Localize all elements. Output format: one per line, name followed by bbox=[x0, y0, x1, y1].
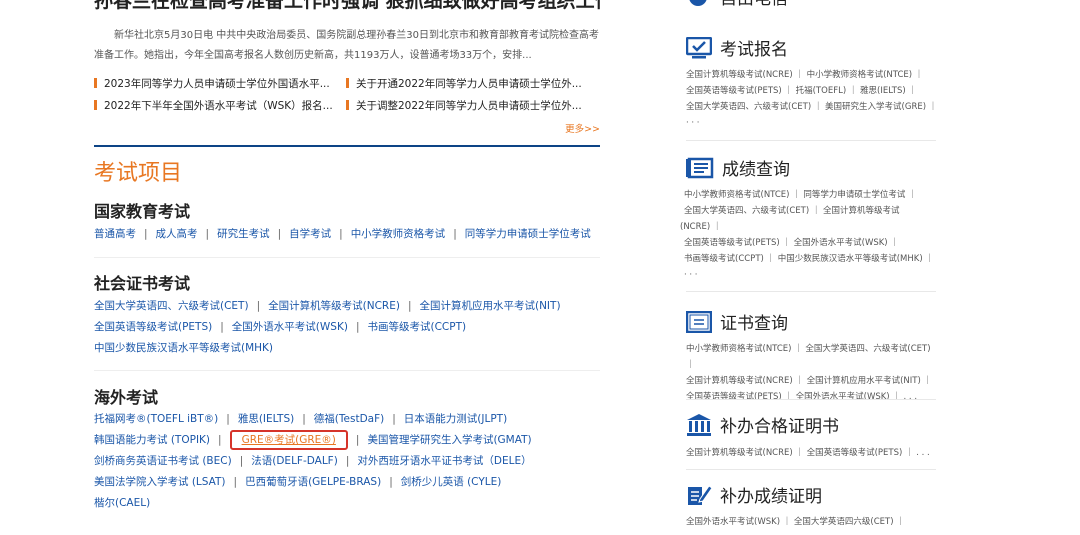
national-exam-links: 普通高考 | 成人高考 | 研究生考试 | 自学考试 | 中小学教师资格考试 | 同等学力申请硕士学… bbox=[94, 228, 591, 240]
divider bbox=[94, 257, 600, 258]
sidebar-reissue-score-title[interactable]: 补办成绩证明 bbox=[686, 482, 822, 507]
exam-link[interactable]: 书画等级考试(CCPT) bbox=[367, 321, 466, 333]
news-list: 2023年同等学力人员申请硕士学位外国语水平... 关于开通2022年同等学力人… bbox=[94, 72, 600, 116]
exam-link[interactable]: 楷尔(CAEL) bbox=[94, 497, 150, 509]
exam-link[interactable]: 美国法学院入学考试 (LSAT) bbox=[94, 476, 226, 488]
overseas-exams-title: 海外考试 bbox=[94, 388, 159, 407]
news-item[interactable]: 2023年同等学力人员申请硕士学位外国语水平... bbox=[94, 76, 346, 91]
news-headline[interactable]: 孙春兰在检查高考准备工作时强调 狠抓细致做好高考组织工作 bbox=[94, 0, 600, 13]
exam-link[interactable]: 全国计算机等级考试(NCRE) bbox=[268, 300, 400, 312]
news-summary: 新华社北京5月30日电 中共中央政治局委员、国务院副总理孙春兰30日到北京市和教… bbox=[94, 30, 599, 61]
edit-document-icon bbox=[688, 484, 712, 505]
exam-link[interactable]: 普通高考 bbox=[94, 228, 136, 240]
exam-link[interactable]: 剑桥少儿英语 (CYLE) bbox=[401, 476, 502, 488]
gre-exam-link[interactable]: GRE®考试(GRE®) bbox=[229, 430, 348, 450]
phone-icon bbox=[689, 0, 707, 6]
exam-link[interactable]: 对外西班牙语水平证书考试（DELE） bbox=[357, 455, 531, 467]
document-list-icon bbox=[686, 157, 714, 178]
news-item[interactable]: 关于调整2022年同等学力人员申请硕士学位外... bbox=[346, 98, 598, 113]
exam-section-title: 考试项目 bbox=[94, 161, 183, 186]
exam-link[interactable]: 巴西葡萄牙语(GELPE-BRAS) bbox=[245, 476, 381, 488]
divider bbox=[686, 469, 936, 470]
exam-link[interactable]: 成人高考 bbox=[156, 228, 198, 240]
overseas-exam-links: 托福网考®(TOEFL iBT®) | 雅思(IELTS) | 德福(TestDaF) |… bbox=[94, 413, 532, 509]
registration-links: 全国计算机等级考试(NCRE) ｜ 中小学教师资格考试(NTCE) ｜ 全国英语… bbox=[686, 70, 938, 128]
sidebar-registration-title[interactable]: 考试报名 bbox=[686, 35, 788, 60]
divider bbox=[686, 291, 936, 292]
divider bbox=[94, 370, 600, 371]
exam-link[interactable]: 同等学力申请硕士学位考试 bbox=[465, 228, 591, 240]
exam-link[interactable]: 全国英语等级考试(PETS) bbox=[94, 321, 212, 333]
sidebar-scores-title[interactable]: 成绩查询 bbox=[686, 155, 790, 180]
exam-link[interactable]: 研究生考试 bbox=[217, 228, 270, 240]
social-exam-links: 全国大学英语四、六级考试(CET) | 全国计算机等级考试(NCRE) | 全国计算机应… bbox=[94, 300, 561, 354]
certificate-icon bbox=[686, 310, 712, 333]
divider bbox=[686, 140, 936, 141]
exam-link[interactable]: 全国计算机应用水平考试(NIT) bbox=[419, 300, 560, 312]
exam-link[interactable]: 中小学教师资格考试 bbox=[351, 228, 446, 240]
more-link[interactable]: 更多>> bbox=[540, 121, 600, 135]
sidebar-reissue-cert-title[interactable]: 补办合格证明书 bbox=[686, 412, 839, 437]
exam-link[interactable]: 剑桥商务英语证书考试 (BEC) bbox=[94, 455, 232, 467]
social-exams-title: 社会证书考试 bbox=[94, 274, 191, 293]
scores-links: 中小学教师资格考试(NTCE) ｜ 同等学力申请硕士学位考试 ｜ 全国大学英语四… bbox=[680, 190, 934, 280]
sidebar-top-partial[interactable]: 自由电信 bbox=[686, 0, 788, 9]
news-item[interactable]: 2022年下半年全国外语水平考试（WSK）报名... bbox=[94, 98, 346, 113]
exam-link[interactable]: 全国大学英语四、六级考试(CET) bbox=[94, 300, 249, 312]
exam-link[interactable]: 韩国语能力考试 (TOPIK) bbox=[94, 434, 210, 446]
exam-link[interactable]: 托福网考®(TOEFL iBT®) bbox=[94, 413, 218, 425]
exam-link[interactable]: 法语(DELF-DALF) bbox=[251, 455, 338, 467]
sidebar-certificate-title[interactable]: 证书查询 bbox=[686, 309, 788, 334]
certificate-links: 中小学教师资格考试(NTCE) ｜ 全国大学英语四、六级考试(CET) ｜ 全国… bbox=[686, 344, 933, 402]
reissue-cert-links: 全国计算机等级考试(NCRE) ｜ 全国英语等级考试(PETS) ｜ . . . bbox=[686, 448, 930, 458]
exam-link[interactable]: 中国少数民族汉语水平等级考试(MHK) bbox=[94, 342, 273, 354]
national-exams-title: 国家教育考试 bbox=[94, 202, 191, 221]
section-divider bbox=[94, 145, 600, 147]
building-icon bbox=[687, 413, 711, 436]
exam-link[interactable]: 全国外语水平考试(WSK) bbox=[232, 321, 348, 333]
exam-link[interactable]: 自学考试 bbox=[289, 228, 331, 240]
news-item[interactable]: 关于开通2022年同等学力人员申请硕士学位外... bbox=[346, 76, 598, 91]
exam-link[interactable]: 德福(TestDaF) bbox=[314, 413, 384, 425]
monitor-icon bbox=[686, 36, 712, 58]
exam-link[interactable]: 日本语能力测试(JLPT) bbox=[404, 413, 507, 425]
reissue-score-links: 全国外语水平考试(WSK) ｜ 全国大学英语四六级(CET) ｜ bbox=[686, 517, 905, 527]
exam-link[interactable]: 雅思(IELTS) bbox=[238, 413, 294, 425]
exam-link[interactable]: 美国管理学研究生入学考试(GMAT) bbox=[367, 434, 531, 446]
divider bbox=[686, 399, 936, 400]
